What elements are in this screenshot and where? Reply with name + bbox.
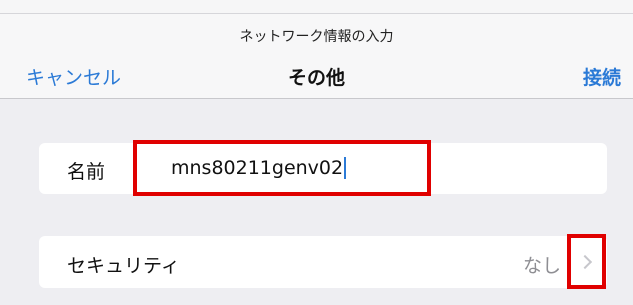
network-name-field[interactable]: mns80211genv02 [133, 140, 431, 196]
network-name-row[interactable]: 名前 mns80211genv02 [39, 140, 607, 196]
dialog-title: ネットワーク情報の入力 [239, 29, 394, 45]
security-value: なし [522, 255, 561, 277]
security-disclosure-button[interactable] [567, 234, 606, 289]
text-cursor [344, 157, 347, 179]
chevron-right-icon [577, 254, 592, 269]
status-strip [0, 0, 633, 14]
cancel-button[interactable]: キャンセル [26, 63, 121, 90]
security-row[interactable]: セキュリティ なし [39, 234, 607, 289]
network-name-label: 名前 [67, 161, 106, 183]
connect-button[interactable]: 接続 [583, 63, 621, 90]
security-label: セキュリティ [67, 255, 180, 277]
network-name-value[interactable]: mns80211genv02 [171, 157, 343, 179]
dialog-header: ネットワーク情報の入力 キャンセル その他 接続 [0, 14, 633, 99]
